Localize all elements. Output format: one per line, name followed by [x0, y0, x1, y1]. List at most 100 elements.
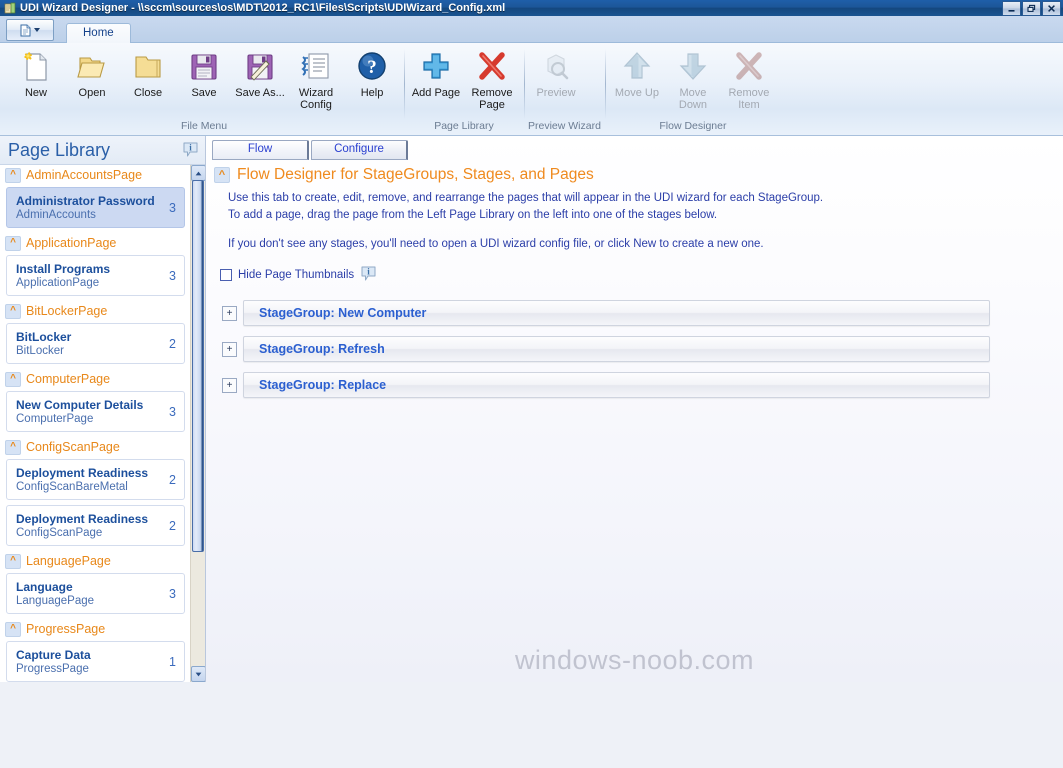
ribbon-button-save[interactable]: Save [176, 48, 232, 99]
scroll-down-button[interactable] [191, 666, 205, 682]
page-item-name: Deployment Readiness [16, 465, 149, 480]
stage-group-bar[interactable]: StageGroup: Refresh [243, 336, 990, 362]
watermark: windows-noob.com [206, 645, 1063, 676]
page-library-scrollbar[interactable] [190, 165, 205, 682]
page-group-header[interactable]: ^ LanguagePage [0, 551, 191, 571]
page-library-item[interactable]: Deployment Readiness ConfigScanBareMetal 2 [6, 459, 185, 500]
minimize-icon[interactable] [1002, 1, 1021, 16]
expand-icon[interactable]: + [222, 377, 237, 393]
info-balloon-icon[interactable]: i [182, 141, 199, 160]
ribbon-button-move-up[interactable]: Move Up [609, 48, 665, 99]
page-library-item[interactable]: Capture Data ProgressPage 1 [6, 641, 185, 682]
page-group-header[interactable]: ^ AdminAccountsPage [0, 165, 191, 185]
page-item-name: Capture Data [16, 647, 91, 662]
stage-group-list: + StageGroup: New Computer + StageGroup: Re… [214, 300, 1053, 398]
page-library-panel: Page Library i ^ AdminAccountsPage Adminis… [0, 136, 206, 682]
info-balloon-icon[interactable]: i [360, 265, 377, 284]
page-group-label: LanguagePage [26, 554, 111, 568]
page-group-header[interactable]: ^ ConfigScanPage [0, 437, 191, 457]
ribbon-button-close[interactable]: Close [120, 48, 176, 99]
save-as-disk-icon [244, 50, 276, 84]
page-group-header[interactable]: ^ ProgressPage [0, 619, 191, 639]
scroll-up-button[interactable] [191, 165, 205, 181]
ribbon-button-open[interactable]: Open [64, 48, 120, 99]
page-library-item[interactable]: Language LanguagePage 3 [6, 573, 185, 614]
page-library-item[interactable]: Administrator Password AdminAccounts 3 [6, 187, 185, 228]
page-item-type: LanguagePage [16, 594, 95, 607]
ribbon-button-add-page[interactable]: Add Page [408, 48, 464, 99]
page-library-item[interactable]: Install Programs ApplicationPage 3 [6, 255, 185, 296]
chevron-up-icon[interactable]: ^ [5, 167, 21, 183]
ribbon-button-help[interactable]: ? Help [344, 48, 400, 99]
ribbon-group-preview-wizard: Preview Preview Wizard [524, 43, 605, 135]
ribbon-button-label: Open [78, 87, 106, 99]
stage-group-bar[interactable]: StageGroup: New Computer [243, 300, 990, 326]
ribbon-button-save-as[interactable]: Save As... [232, 48, 288, 99]
page-item-count: 2 [169, 518, 176, 533]
ribbon-group-label: File Menu [180, 120, 228, 132]
page-item-count: 1 [169, 654, 176, 669]
page-item-type: ConfigScanPage [16, 526, 103, 539]
ribbon-button-label: Save [191, 87, 217, 99]
file-menu-button[interactable] [6, 19, 54, 41]
chevron-down-icon [34, 28, 40, 32]
title-bar: UDI Wizard Designer - \\sccm\sources\os\… [0, 0, 1063, 16]
page-library-item[interactable]: BitLocker BitLocker 2 [6, 323, 185, 364]
page-group-header[interactable]: ^ BitLockerPage [0, 301, 191, 321]
page-library-item[interactable]: New Computer Details ComputerPage 3 [6, 391, 185, 432]
open-folder-icon [76, 50, 108, 84]
page-item-count: 3 [169, 404, 176, 419]
hide-page-thumbnails-label[interactable]: Hide Page Thumbnails [238, 269, 354, 281]
expand-icon[interactable]: + [222, 341, 237, 357]
close-icon[interactable] [1042, 1, 1061, 16]
quick-access-tab-strip: Home [0, 16, 1063, 43]
chevron-up-icon[interactable]: ^ [5, 553, 21, 569]
page-library-scroll-area: ^ AdminAccountsPage Administrator Password… [0, 165, 205, 682]
description-paragraph: Use this tab to create, edit, remove, an… [228, 192, 824, 221]
page-title: Page Library [8, 140, 111, 160]
chevron-up-icon[interactable]: ^ [5, 303, 21, 319]
expand-icon[interactable]: + [222, 305, 237, 321]
application-window: UDI Wizard Designer - \\sccm\sources\os\… [0, 0, 1063, 768]
red-x-icon [733, 50, 765, 84]
page-item-name: New Computer Details [16, 397, 144, 412]
stage-group-row: + StageGroup: Refresh [222, 336, 1053, 362]
ribbon-button-label: Add Page [411, 87, 461, 99]
page-group-label: ProgressPage [26, 622, 106, 636]
stage-group-row: + StageGroup: New Computer [222, 300, 1053, 326]
ribbon-tab-home[interactable]: Home [66, 23, 131, 43]
ribbon-button-remove-page[interactable]: Remove Page [464, 48, 520, 111]
page-item-type: ProgressPage [16, 662, 89, 675]
scrollbar-track[interactable] [191, 180, 205, 667]
ribbon-button-remove-item[interactable]: Remove Item [721, 48, 777, 111]
tab-configure[interactable]: Configure [311, 140, 408, 160]
stage-group-row: + StageGroup: Replace [222, 372, 1053, 398]
ribbon-button-new[interactable]: New [8, 48, 64, 99]
ribbon-button-preview[interactable]: Preview [528, 48, 584, 99]
preview-magnifier-icon [540, 50, 572, 84]
page-group-header[interactable]: ^ ComputerPage [0, 369, 191, 389]
chevron-up-icon[interactable]: ^ [214, 167, 230, 183]
chevron-up-icon[interactable]: ^ [5, 371, 21, 387]
stage-group-bar[interactable]: StageGroup: Replace [243, 372, 990, 398]
hide-page-thumbnails-checkbox[interactable] [220, 268, 232, 281]
ribbon-button-move-down[interactable]: Move Down [665, 48, 721, 111]
restore-icon[interactable] [1022, 1, 1041, 16]
ribbon-button-wizard-config[interactable]: Wizard Config [288, 48, 344, 111]
page-item-count: 2 [169, 336, 176, 351]
page-item-count: 3 [169, 586, 176, 601]
page-group-label: ApplicationPage [26, 236, 117, 250]
page-item-name: BitLocker [16, 329, 72, 344]
window-controls [1002, 1, 1061, 16]
chevron-up-icon[interactable]: ^ [5, 439, 21, 455]
description-paragraph: If you don't see any stages, you'll need… [228, 238, 764, 250]
page-group-label: BitLockerPage [26, 304, 108, 318]
scrollbar-thumb[interactable] [192, 180, 204, 552]
window-title: UDI Wizard Designer - \\sccm\sources\os\… [20, 2, 506, 14]
ribbon-group-file-menu: New Open Close Save Save As... Wizard Co… [4, 43, 404, 135]
page-group-header[interactable]: ^ ApplicationPage [0, 233, 191, 253]
chevron-up-icon[interactable]: ^ [5, 235, 21, 251]
tab-flow[interactable]: Flow [212, 140, 309, 160]
chevron-up-icon[interactable]: ^ [5, 621, 21, 637]
page-library-item[interactable]: Deployment Readiness ConfigScanPage 2 [6, 505, 185, 546]
